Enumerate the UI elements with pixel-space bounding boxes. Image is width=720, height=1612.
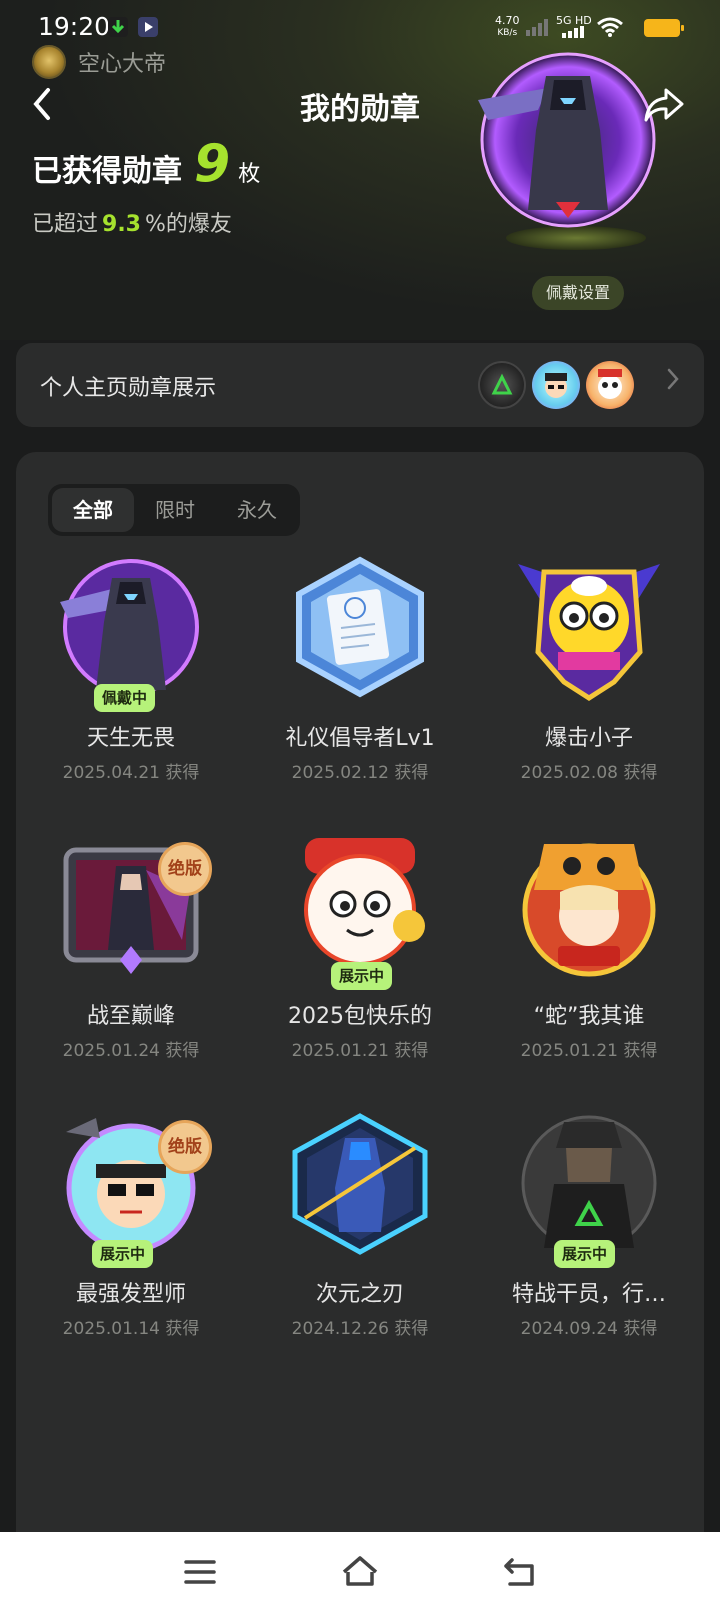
badge-item[interactable]: 礼仪倡导者Lv1 2025.02.12 获得 (245, 552, 475, 802)
wearing-tag: 佩戴中 (94, 684, 156, 712)
badge-item[interactable]: 次元之刃 2024.12.26 获得 (245, 1108, 475, 1358)
showing-tag: 展示中 (554, 1240, 616, 1268)
beat-percent: 9.3 (102, 212, 141, 237)
signal-icon (526, 18, 550, 39)
battery-icon (644, 19, 684, 37)
badge-date: 2025.02.12 获得 (291, 763, 429, 783)
tab-limited[interactable]: 限时 (134, 488, 216, 532)
badge-date: 2025.01.14 获得 (62, 1319, 200, 1339)
badge-date: 2025.01.21 获得 (291, 1041, 429, 1061)
back-icon (504, 1558, 534, 1586)
earned-label: 已获得勋章 (32, 154, 182, 189)
home-icon (342, 1556, 378, 1586)
display-badge-2025-happy (586, 361, 634, 409)
badge-name: 爆击小子 (544, 726, 633, 751)
badge-name: 战至巅峰 (86, 1004, 175, 1029)
earned-count: 9 (194, 134, 231, 194)
tab-permanent[interactable]: 永久 (216, 488, 298, 532)
display-badge-soldier (478, 361, 526, 409)
badge-name: 天生无畏 (86, 726, 175, 751)
user-info[interactable]: 空心大帝 (32, 44, 166, 80)
tab-all[interactable]: 全部 (52, 488, 134, 532)
badge-name: “蛇”我其谁 (533, 1004, 645, 1029)
badge-image-special-ops (521, 1115, 657, 1251)
avatar[interactable] (32, 45, 66, 79)
earned-unit: 枚 (238, 162, 261, 187)
wifi-icon (596, 16, 624, 41)
badge-date: 2025.01.24 获得 (62, 1041, 200, 1061)
beat-percent-text: 已超过 9.3 %的爆友 (32, 206, 232, 238)
worn-badge-image[interactable] (468, 40, 668, 240)
system-back-button[interactable] (498, 1550, 542, 1594)
display-badge-hairstylist (532, 361, 580, 409)
chevron-right-icon (666, 365, 680, 400)
system-nav-bar (0, 1532, 720, 1612)
badge-date: 2024.09.24 获得 (520, 1319, 658, 1339)
out-of-print-corner-tag: 绝版 (158, 1120, 212, 1174)
out-of-print-corner-tag: 绝版 (158, 842, 212, 896)
badge-date: 2025.04.21 获得 (62, 763, 200, 783)
badge-image-etiquette (296, 556, 424, 698)
status-time: 19:20 (38, 12, 111, 41)
badge-image-dimension-blade (292, 1113, 428, 1255)
badge-date: 2025.02.08 获得 (520, 763, 658, 783)
menu-icon (184, 1560, 216, 1584)
showing-tag: 展示中 (92, 1240, 154, 1268)
beat-suffix: %的爆友 (145, 212, 232, 237)
display-row-label: 个人主页勋章展示 (40, 376, 217, 401)
badge-image-crit-kid (518, 564, 660, 701)
homepage-badge-display-row[interactable]: 个人主页勋章展示 (16, 343, 704, 427)
signal-5g-icon (562, 26, 586, 41)
earned-summary: 已获得勋章 9 枚 (32, 134, 260, 194)
badge-image-snake-year (522, 843, 656, 977)
badge-date: 2025.01.21 获得 (520, 1041, 658, 1061)
badge-date: 2024.12.26 获得 (291, 1319, 429, 1339)
net-speed: 4.70 KB/s (495, 14, 520, 38)
badge-item[interactable]: 绝版 战至巅峰 2025.01.24 获得 (16, 830, 246, 1080)
menu-button[interactable] (178, 1550, 222, 1594)
home-button[interactable] (338, 1550, 382, 1594)
showing-tag: 展示中 (331, 962, 393, 990)
share-button[interactable] (642, 82, 686, 126)
badge-name: 最强发型师 (75, 1282, 186, 1307)
badge-item[interactable]: 绝版 展示中 最强发型师 2025.01.14 获得 (16, 1108, 246, 1358)
badge-image-2025-happy (304, 838, 425, 966)
user-name: 空心大帝 (78, 52, 167, 77)
share-icon (644, 88, 684, 122)
badge-item[interactable]: 佩戴中 天生无畏 2025.04.21 获得 (16, 552, 246, 802)
badge-item[interactable]: “蛇”我其谁 2025.01.21 获得 (474, 830, 704, 1080)
badge-list-card: 全部 限时 永久 佩戴中 天生无畏 2025.04.21 获得 礼仪倡导者Lv1… (16, 452, 704, 1612)
badge-item[interactable]: 爆击小子 2025.02.08 获得 (474, 552, 704, 802)
beat-prefix: 已超过 (32, 212, 99, 237)
badge-item[interactable]: 展示中 2025包快乐的 2025.01.21 获得 (245, 830, 475, 1080)
filter-tabs: 全部 限时 永久 (48, 484, 300, 536)
badge-name: 礼仪倡导者Lv1 (285, 726, 435, 751)
video-notification-icon (138, 17, 158, 37)
download-notification-icon (108, 17, 128, 37)
wear-settings-button[interactable]: 佩戴设置 (532, 276, 624, 310)
badge-name: 2025包快乐的 (288, 1004, 432, 1029)
badge-name: 次元之刃 (315, 1282, 404, 1307)
badge-name: 特战干员，行… (511, 1282, 666, 1307)
badge-item[interactable]: 展示中 特战干员，行… 2024.09.24 获得 (474, 1108, 704, 1358)
badge-image-fearless (60, 559, 199, 695)
